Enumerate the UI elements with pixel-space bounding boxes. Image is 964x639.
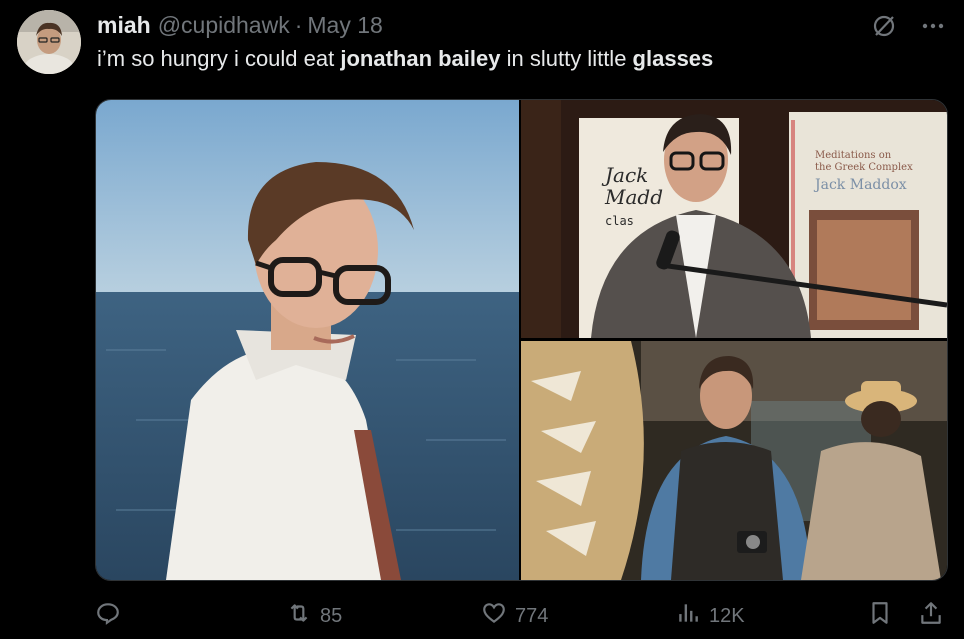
avatar[interactable] <box>17 10 81 74</box>
tweet-text-part2: in slutty little <box>500 46 633 71</box>
tweet-actions: 85 774 12K <box>95 598 946 634</box>
tweet-text-bold1: jonathan bailey <box>340 46 501 71</box>
photo-top-right-image <box>521 100 947 338</box>
views-icon <box>675 600 701 632</box>
separator: · <box>294 11 303 38</box>
like-count: 774 <box>515 604 549 627</box>
top-actions <box>870 12 946 45</box>
share-button[interactable] <box>918 598 944 634</box>
bookmark-icon <box>867 600 893 632</box>
book-left-line2: Madd <box>605 185 664 209</box>
photo-bottom-right[interactable] <box>521 341 947 580</box>
reply-button[interactable] <box>95 598 129 634</box>
book-right-author: Jack Maddox <box>815 177 907 193</box>
reply-icon <box>95 600 121 632</box>
retweet-count: 85 <box>320 604 343 627</box>
grok-icon[interactable] <box>870 12 898 45</box>
photo-top-right[interactable]: Jack Madd clas Meditations on the Greek … <box>521 100 947 338</box>
book-left-title: Jack Madd clas <box>605 164 725 228</box>
photo-left-image <box>96 100 519 580</box>
like-icon <box>481 600 507 632</box>
tweet-text: i’m so hungry i could eat jonathan baile… <box>97 46 713 72</box>
tweet-text-part1: i’m so hungry i could eat <box>97 46 341 71</box>
views-count: 12K <box>709 604 745 627</box>
tweet-text-bold2: glasses <box>632 46 714 71</box>
photo-left[interactable] <box>96 100 519 580</box>
views-button[interactable]: 12K <box>675 598 745 634</box>
tweet-header: miah @cupidhawk · May 18 <box>97 10 383 40</box>
tweet-date[interactable]: May 18 <box>307 12 382 39</box>
share-icon <box>918 600 944 632</box>
more-icon[interactable] <box>920 13 946 44</box>
bookmark-button[interactable] <box>867 598 893 634</box>
book-left-line1: Jack <box>605 163 649 187</box>
photo-bottom-right-image <box>521 341 947 580</box>
retweet-icon <box>286 600 312 632</box>
book-right-line1: Meditations on <box>815 150 892 161</box>
book-right-line2: the Greek Complex <box>815 162 913 173</box>
author-name[interactable]: miah <box>97 12 151 39</box>
book-left-line3: clas <box>605 214 634 228</box>
author-handle[interactable]: @cupidhawk <box>158 12 290 39</box>
retweet-button[interactable]: 85 <box>286 598 342 634</box>
avatar-image <box>17 10 81 74</box>
book-right-title: Meditations on the Greek Complex Jack Ma… <box>815 150 945 194</box>
media-grid: Jack Madd clas Meditations on the Greek … <box>95 99 948 581</box>
like-button[interactable]: 774 <box>481 598 548 634</box>
